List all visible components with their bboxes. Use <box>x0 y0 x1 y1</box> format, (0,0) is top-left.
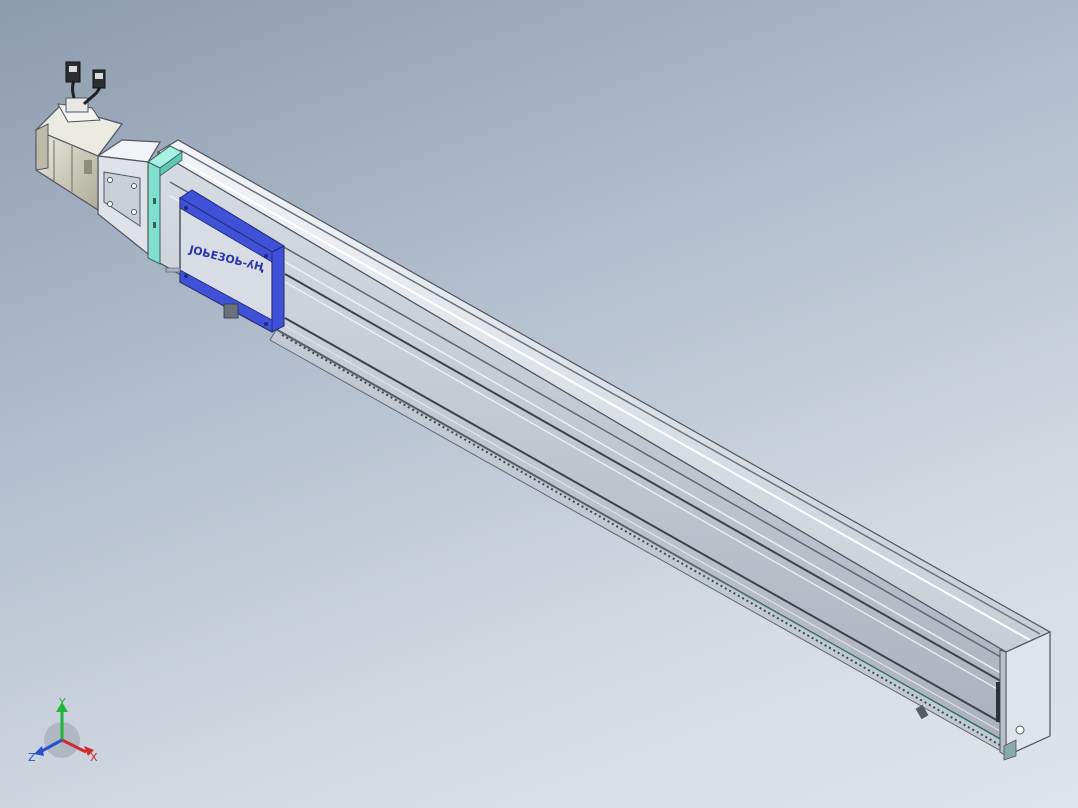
cable-1 <box>71 79 76 99</box>
cad-viewport[interactable]: ЈОЬЕЗОЬ-ʎҢ Y X Z <box>0 0 1078 808</box>
end-cap-hole <box>1015 725 1025 735</box>
cable-2 <box>82 85 102 106</box>
linear-actuator-model[interactable]: ЈОЬЕЗОЬ-ʎҢ <box>0 0 1078 808</box>
triad-y-label: Y <box>59 696 66 709</box>
bottom-rail-teeth <box>281 334 1006 749</box>
end-cap <box>1005 631 1051 757</box>
triad-x-label: X <box>90 751 98 764</box>
bottom-rail <box>269 329 1011 757</box>
triad-z-label: Z <box>28 751 36 764</box>
